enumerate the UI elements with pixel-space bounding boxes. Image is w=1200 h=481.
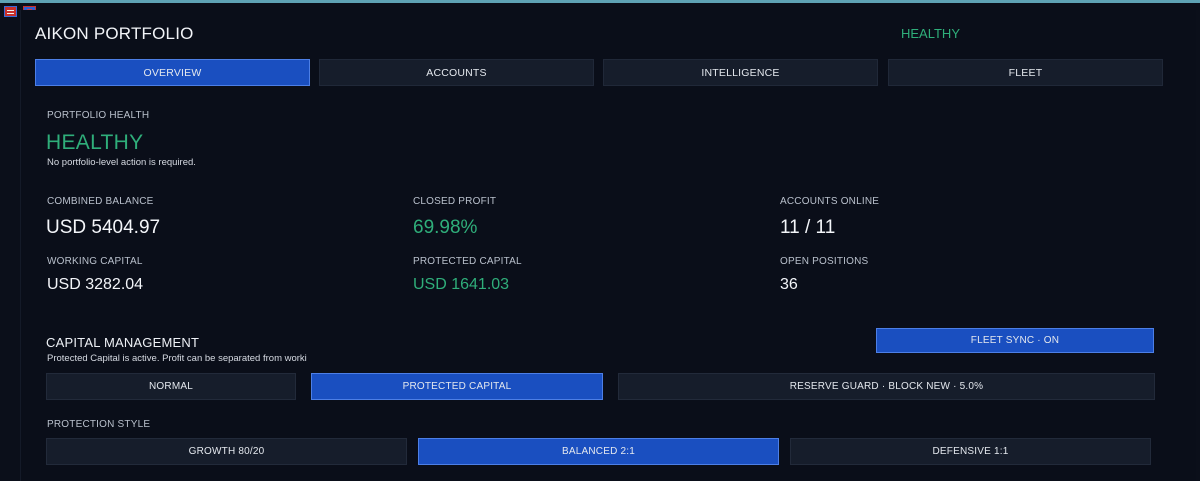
portfolio-health-note: No portfolio-level action is required.	[47, 157, 196, 168]
open-positions-value: 36	[780, 276, 798, 293]
working-capital-value: USD 3282.04	[47, 276, 144, 293]
mode-normal-button[interactable]: NORMAL	[46, 373, 296, 400]
closed-profit-value: 69.98%	[413, 217, 478, 238]
capital-management-note: Protected Capital is active. Profit can …	[47, 353, 307, 364]
tab-overview[interactable]: OVERVIEW	[35, 59, 310, 86]
combined-balance-value: USD 5404.97	[46, 217, 161, 238]
tab-intelligence[interactable]: INTELLIGENCE	[603, 59, 878, 86]
closed-profit-label: CLOSED PROFIT	[413, 196, 497, 207]
protected-capital-value: USD 1641.03	[413, 276, 510, 293]
combined-balance-label: COMBINED BALANCE	[47, 196, 154, 207]
mode-protected-capital-button[interactable]: PROTECTED CAPITAL	[311, 373, 603, 400]
style-growth-button[interactable]: GROWTH 80/20	[46, 438, 407, 465]
style-balanced-button[interactable]: BALANCED 2:1	[418, 438, 779, 465]
working-capital-label: WORKING CAPITAL	[47, 256, 143, 267]
protection-style-label: PROTECTION STYLE	[47, 419, 151, 430]
open-positions-label: OPEN POSITIONS	[780, 256, 869, 267]
portfolio-health-label: PORTFOLIO HEALTH	[47, 110, 150, 121]
tab-accounts[interactable]: ACCOUNTS	[319, 59, 594, 86]
style-defensive-button[interactable]: DEFENSIVE 1:1	[790, 438, 1151, 465]
window-top-border	[0, 0, 1200, 3]
app-menu-icon[interactable]	[4, 6, 17, 17]
mode-reserve-guard-button[interactable]: RESERVE GUARD · BLOCK NEW · 5.0%	[618, 373, 1155, 400]
page-title: AIKON PORTFOLIO	[35, 24, 194, 43]
accounts-online-label: ACCOUNTS ONLINE	[780, 196, 880, 207]
tab-fleet[interactable]: FLEET	[888, 59, 1163, 86]
portfolio-health-value: HEALTHY	[46, 131, 144, 154]
header-status-badge: HEALTHY	[901, 26, 960, 41]
accounts-online-value: 11 / 11	[780, 217, 836, 238]
fleet-sync-button[interactable]: FLEET SYNC · ON	[876, 328, 1154, 353]
protected-capital-label: PROTECTED CAPITAL	[413, 256, 522, 267]
capital-management-title: CAPITAL MANAGEMENT	[46, 335, 200, 350]
